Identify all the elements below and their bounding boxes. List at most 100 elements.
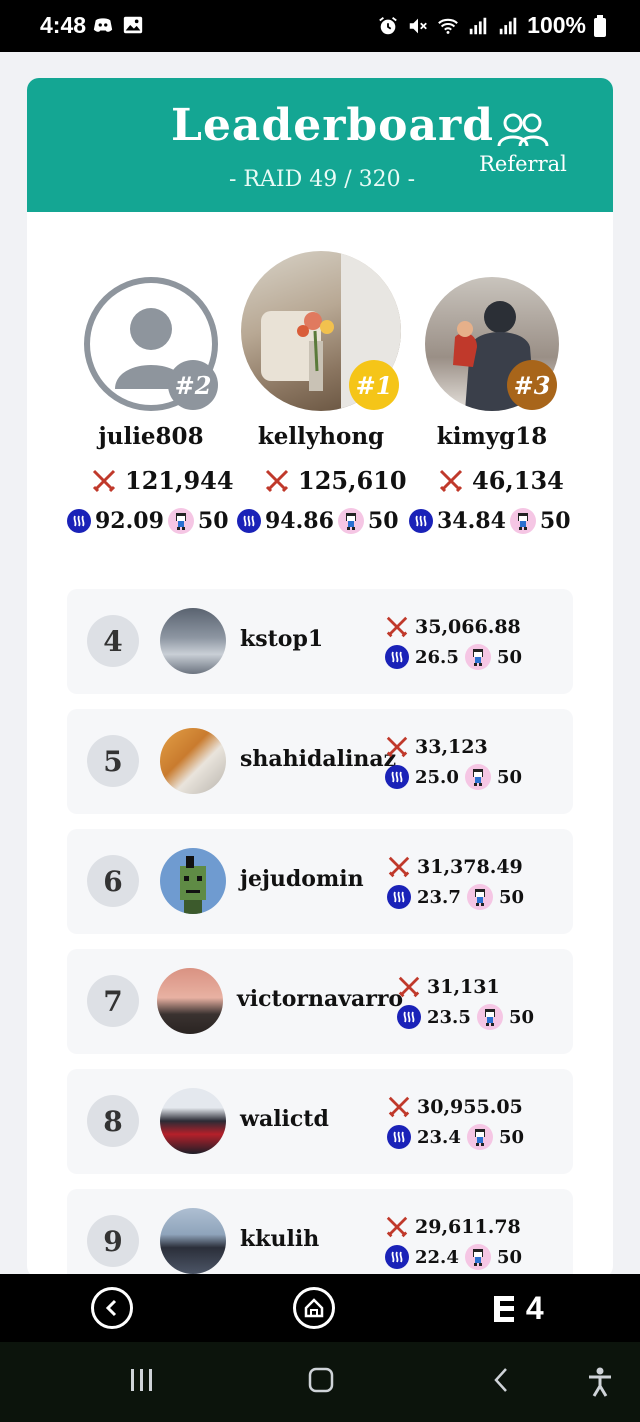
leaderboard-row[interactable]: 9 kkulih 29,611.78 22.4 50 [67, 1189, 573, 1278]
pixel-punk-avatar [180, 856, 206, 914]
row-score-value: 31,131 [427, 976, 500, 998]
back-button[interactable] [91, 1287, 133, 1329]
crossed-swords-icon [265, 469, 289, 492]
steem-icon [397, 1005, 421, 1029]
accessibility-button[interactable] [586, 1366, 614, 1402]
row-username: kstop1 [240, 626, 324, 652]
podium-username: julie808 [98, 423, 204, 450]
steem-icon [385, 1245, 409, 1269]
signal-icon-2 [499, 17, 517, 34]
row-score: 29,611.78 [385, 1215, 521, 1239]
row-score-value: 30,955.05 [417, 1096, 523, 1118]
crossed-swords-icon [398, 976, 420, 998]
steem-icon [237, 509, 261, 533]
steem-value: 23.5 [427, 1006, 471, 1028]
leaderboard-row[interactable]: 6 jejudomin 31,378.49 23.7 50 [67, 829, 573, 934]
home-icon [304, 1298, 324, 1318]
rank-badge: #3 [507, 360, 557, 410]
podium-score: 121,944 [91, 466, 234, 495]
steem-value: 23.4 [417, 1126, 461, 1148]
rank-number: 5 [87, 735, 139, 787]
battery-level: 100% [527, 12, 586, 38]
podium-username: kellyhong [257, 423, 385, 450]
discord-icon [93, 18, 113, 32]
podium-score: 125,610 [264, 466, 407, 495]
steem-icon [387, 885, 411, 909]
mascot-icon [465, 764, 491, 790]
accessibility-icon [589, 1367, 611, 1397]
avatar [160, 1208, 226, 1274]
podium-rewards: 34.84 50 [409, 508, 571, 534]
steem-value: 26.5 [415, 646, 459, 668]
row-username: victornavarro [237, 986, 404, 1012]
mascot-value: 50 [497, 646, 523, 668]
page-title: Leaderboard [171, 100, 494, 151]
leaderboard-header: Leaderboard - RAID 49 / 320 - Referral [27, 78, 613, 212]
mascot-value: 50 [497, 1246, 523, 1268]
row-score-value: 33,123 [415, 736, 488, 758]
mascot-icon [465, 1244, 491, 1270]
status-bar: 4:48 100% [0, 0, 640, 52]
row-rewards: 25.0 50 [385, 764, 522, 790]
avatar [160, 848, 226, 914]
steem-icon [67, 509, 91, 533]
app-logo-button[interactable]: 4 [494, 1290, 545, 1327]
referral-icon [497, 113, 549, 147]
podium-score-value: 46,134 [472, 466, 564, 495]
referral-button[interactable]: Referral [473, 112, 573, 176]
rank-number: 9 [87, 1215, 139, 1267]
rank-badge: #2 [168, 360, 218, 410]
mascot-value: 50 [499, 1126, 525, 1148]
steem-value: 94.86 [265, 508, 334, 534]
app-bottom-nav: 4 [0, 1274, 640, 1342]
home-button[interactable] [293, 1287, 335, 1329]
row-score-value: 35,066.88 [415, 616, 521, 638]
recent-apps-button[interactable] [128, 1366, 156, 1398]
mascot-icon [467, 884, 493, 910]
steem-icon [385, 645, 409, 669]
crossed-swords-icon [92, 469, 116, 492]
mascot-icon [509, 508, 536, 534]
mascot-icon [467, 1124, 493, 1150]
referral-label: Referral [479, 152, 567, 176]
status-time: 4:48 [40, 12, 87, 38]
avatar [160, 728, 226, 794]
steem-icon [409, 509, 433, 533]
crossed-swords-icon [386, 1216, 408, 1238]
mascot-value: 50 [509, 1006, 535, 1028]
leaderboard-row[interactable]: 7 victornavarro 31,131 23.5 50 [67, 949, 573, 1054]
mascot-value: 50 [499, 886, 525, 908]
system-back-button[interactable] [488, 1366, 516, 1398]
mascot-value: 50 [539, 508, 571, 534]
steem-icon [387, 1125, 411, 1149]
crossed-swords-icon [388, 1096, 410, 1118]
avatar [160, 608, 226, 674]
leaderboard-row[interactable]: 4 kstop1 35,066.88 26.5 50 [67, 589, 573, 694]
battery-icon [594, 14, 606, 37]
mascot-value: 50 [497, 766, 523, 788]
chevron-left-icon [105, 1299, 117, 1317]
app-logo-text: 4 [525, 1290, 545, 1326]
rank-number: 8 [87, 1095, 139, 1147]
row-score: 35,066.88 [385, 615, 521, 639]
mascot-icon [337, 508, 364, 534]
avatar [160, 1088, 226, 1154]
leaderboard-card: Leaderboard - RAID 49 / 320 - Referral #… [27, 78, 613, 1278]
alarm-icon [379, 16, 397, 34]
rank-number: 7 [87, 975, 139, 1027]
podium-score-value: 125,610 [298, 466, 407, 495]
mascot-icon [167, 508, 194, 534]
system-nav-bar [0, 1342, 640, 1422]
row-username: walictd [240, 1106, 329, 1132]
leaderboard-row[interactable]: 8 walictd 30,955.05 23.4 50 [67, 1069, 573, 1174]
row-score: 31,131 [397, 975, 500, 999]
row-rewards: 22.4 50 [385, 1244, 522, 1270]
row-username: jejudomin [240, 866, 364, 892]
signal-icon [469, 17, 487, 34]
row-username: kkulih [240, 1226, 320, 1252]
system-home-button[interactable] [307, 1366, 335, 1398]
image-icon [123, 16, 143, 34]
leaderboard-row[interactable]: 5 shahidalinaz 33,123 25.0 50 [67, 709, 573, 814]
crossed-swords-icon [386, 736, 408, 758]
mascot-value: 50 [197, 508, 229, 534]
